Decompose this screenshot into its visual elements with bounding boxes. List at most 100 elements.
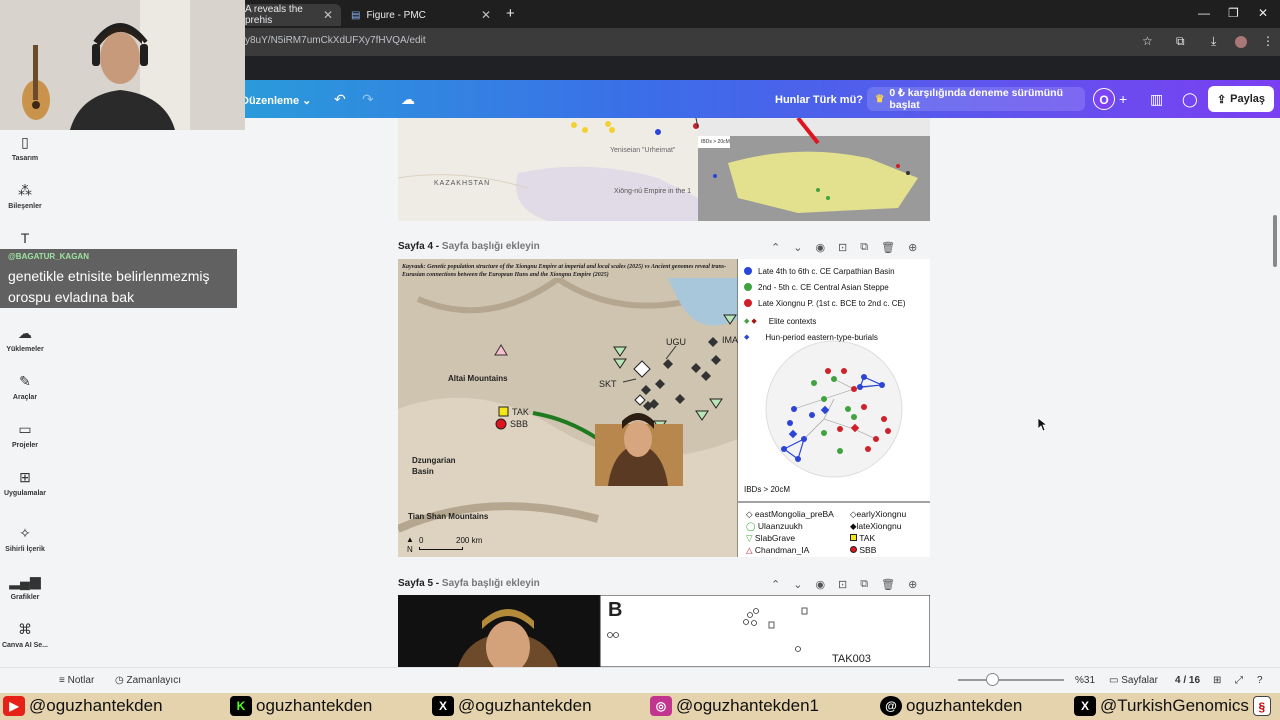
page-3-preview[interactable]: KAZAKHSTAN Yeniseian "Urheimat" Xiōng-nú… — [398, 118, 930, 221]
extensions-icon[interactable]: ⧉ — [1176, 34, 1185, 49]
page-4-header[interactable]: Sayfa 4 - Sayfa başlığı ekleyin — [398, 241, 540, 252]
profile-avatar[interactable] — [1235, 36, 1247, 48]
eye-icon[interactable]: ◉ — [815, 241, 825, 254]
site-label: SKT — [599, 379, 617, 389]
triangle-up-icon: △ — [746, 545, 753, 555]
comment-icon[interactable]: ◯ — [1182, 91, 1198, 108]
webcam-overlay — [0, 0, 245, 130]
duplicate-icon[interactable]: ⧉ — [860, 241, 868, 254]
chevron-up-icon[interactable]: ⌃ — [771, 241, 780, 254]
browser-tab[interactable]: ▤ Figure - PMC ✕ — [343, 4, 499, 26]
sidebar-item-projects[interactable]: ▭ Projeler — [0, 421, 50, 449]
diamond-icon: ◆ — [744, 334, 750, 341]
zoom-level[interactable]: %31 — [1075, 675, 1095, 686]
social-instagram: ◎ @oguzhantekden1 — [650, 696, 819, 716]
page-4[interactable]: Kayvauk: Genetic population structure of… — [398, 259, 930, 557]
chevron-down-icon: ⌄ — [302, 95, 312, 107]
legend-item: 2nd - 5th c. CE Central Asian Steppe — [744, 279, 906, 295]
page-5-header[interactable]: Sayfa 5 - Sayfa başlığı ekleyin — [398, 578, 540, 589]
sidebar-item-magic[interactable]: ✧ Sihirli İçerik — [0, 525, 50, 553]
menu-icon[interactable]: ⋮ — [1262, 34, 1274, 48]
eye-icon[interactable]: ◉ — [815, 578, 825, 591]
upload-cloud-icon: ☁ — [18, 325, 32, 341]
scale-label: 200 km — [456, 536, 483, 545]
social-kick: K oguzhantekden — [230, 696, 372, 716]
tab-title: A reveals the prehis — [245, 4, 303, 26]
zoom-slider-thumb[interactable] — [986, 673, 999, 686]
chevron-down-icon[interactable]: ⌄ — [793, 241, 802, 254]
chevron-up-icon[interactable]: ⌃ — [771, 578, 780, 591]
scale-zero: 0 — [419, 536, 424, 545]
open-diamond-icon: ◇ — [746, 509, 753, 519]
restore-icon[interactable]: ❐ — [1228, 6, 1239, 20]
apps-icon: ⊞ — [19, 469, 31, 485]
sidebar-item-design[interactable]: ▯ Tasarım — [0, 134, 50, 162]
chevron-down-icon[interactable]: ⌄ — [793, 578, 802, 591]
legend-item: ◇ eastMongolia_preBA — [746, 509, 834, 519]
page-5[interactable]: B TAK003 — [398, 595, 930, 667]
undo-icon[interactable]: ↶ — [334, 91, 346, 108]
map-label-altai: Altai Mountains — [448, 374, 508, 383]
url-text[interactable]: y8uY/N5iRM7umCkXdUFXy7fHVQA/edit — [245, 35, 426, 46]
dna-icon: § — [1252, 696, 1271, 716]
design-title[interactable]: Hunlar Türk mü? — [775, 94, 863, 106]
red-dot-icon — [850, 546, 857, 553]
download-icon[interactable]: ⤓ — [1211, 34, 1216, 49]
redo-icon[interactable]: ↷ — [362, 91, 374, 108]
share-button[interactable]: ⇪ Paylaş — [1208, 86, 1274, 112]
add-collaborator-icon[interactable]: + — [1119, 91, 1127, 107]
lock-icon[interactable]: ⊡ — [838, 578, 847, 591]
notes-button[interactable]: ≡ Notlar — [59, 675, 94, 686]
minimize-icon[interactable]: — — [1198, 6, 1210, 20]
page-5-tools: ⌃ ⌄ ◉ ⊡ ⧉ 🗑 ⊕ — [771, 578, 917, 591]
pages-button[interactable]: ▭ Sayfalar — [1109, 675, 1158, 686]
sidebar-item-text[interactable]: T — [0, 230, 50, 246]
diamond-icon: ◆ — [751, 318, 757, 325]
close-icon[interactable]: ✕ — [323, 8, 333, 22]
zoom-slider[interactable] — [958, 679, 1064, 681]
browser-tab[interactable]: A reveals the prehis ✕ — [237, 4, 341, 26]
duplicate-icon[interactable]: ⧉ — [860, 578, 868, 591]
legend-dot — [744, 299, 752, 307]
sidebar-item-elements[interactable]: ⁂ Bileşenler — [0, 182, 50, 210]
draw-icon: ✎ — [19, 373, 31, 389]
legend-item: ▽ SlabGrave — [746, 533, 796, 543]
screen: A reveals the prehis ✕ ▤ Figure - PMC ✕ … — [0, 0, 1280, 720]
fullscreen-icon[interactable]: ⤢ — [1235, 675, 1243, 686]
lock-icon[interactable]: ⊡ — [838, 241, 847, 254]
sidebar-item-apps[interactable]: ⊞ Uygulamalar — [0, 469, 50, 497]
x-icon: X — [1074, 696, 1096, 716]
legend-dot — [744, 267, 752, 275]
help-icon[interactable]: ? — [1257, 675, 1263, 686]
sidebar-item-ai[interactable]: ⌘ Canva AI Se... — [0, 621, 50, 649]
map-label: KAZAKHSTAN — [434, 180, 491, 187]
window-close-icon[interactable]: ✕ — [1258, 6, 1268, 20]
bookmark-star-icon[interactable]: ☆ — [1142, 34, 1153, 48]
cloud-saved-icon[interactable]: ☁ — [401, 91, 415, 108]
new-tab-icon[interactable]: + — [506, 5, 515, 22]
user-avatar[interactable]: O — [1093, 88, 1115, 110]
add-page-icon[interactable]: ⊕ — [908, 578, 917, 591]
close-icon[interactable]: ✕ — [481, 8, 491, 22]
sidebar-item-tools[interactable]: ✎ Araçlar — [0, 373, 50, 401]
edit-menu-button[interactable]: Düzenleme ⌄ — [241, 94, 311, 107]
timer-button[interactable]: ◷ Zamanlayıcı — [115, 675, 181, 686]
vertical-scrollbar[interactable] — [1273, 215, 1277, 267]
grid-view-icon[interactable]: ⊞ — [1213, 675, 1221, 686]
chart-icon: ▂▄▆ — [9, 573, 41, 589]
sidebar-item-uploads[interactable]: ☁ Yüklemeler — [0, 325, 50, 353]
legend-item: ◆lateXiongnu — [850, 521, 902, 531]
sidebar-item-charts[interactable]: ▂▄▆ Grafikler — [0, 573, 50, 601]
start-trial-button[interactable]: ♛ 0 ₺ karşılığında deneme sürümünü başla… — [867, 87, 1085, 111]
trash-icon[interactable]: 🗑 — [881, 241, 895, 254]
insights-icon[interactable]: ▥ — [1150, 91, 1163, 108]
map-label: Xiōng-nú Empire in the 1 — [614, 188, 692, 195]
social-youtube: ▶ @oguzhantekden — [3, 696, 163, 716]
trash-icon[interactable]: 🗑 — [881, 578, 895, 591]
page-counter[interactable]: 4 / 16 — [1175, 675, 1200, 686]
legend-item: TAK — [850, 533, 928, 544]
triangle-down-icon: ▽ — [746, 533, 753, 543]
kick-icon: K — [230, 696, 252, 716]
folder-icon: ▭ — [18, 421, 32, 437]
add-page-icon[interactable]: ⊕ — [908, 241, 917, 254]
